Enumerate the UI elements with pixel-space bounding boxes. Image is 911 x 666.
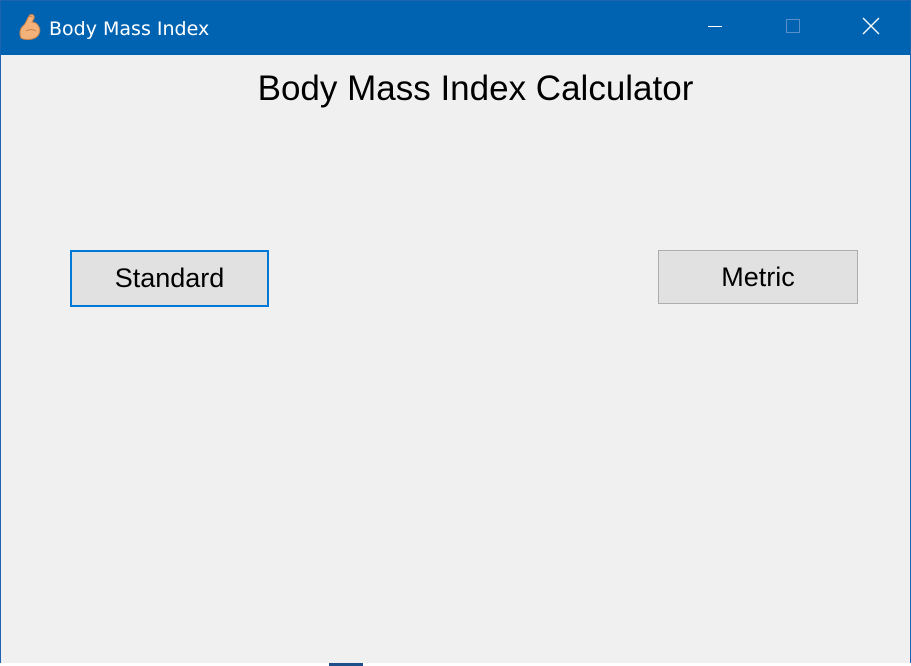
maximize-button[interactable] (754, 1, 832, 55)
app-window: Body Mass Index Body Mass Index Calculat… (0, 0, 911, 665)
window-title: Body Mass Index (49, 18, 210, 40)
metric-button[interactable]: Metric (658, 250, 858, 304)
flexed-arm-icon (17, 13, 43, 41)
title-bar[interactable]: Body Mass Index (1, 1, 910, 55)
minimize-icon (707, 18, 723, 39)
standard-button[interactable]: Standard (70, 250, 269, 307)
minimize-button[interactable] (676, 1, 754, 55)
close-button[interactable] (832, 1, 910, 55)
maximize-icon (785, 18, 801, 39)
client-area: Body Mass Index Calculator Standard Metr… (1, 55, 910, 664)
page-title: Body Mass Index Calculator (257, 69, 694, 108)
close-icon (862, 17, 880, 40)
